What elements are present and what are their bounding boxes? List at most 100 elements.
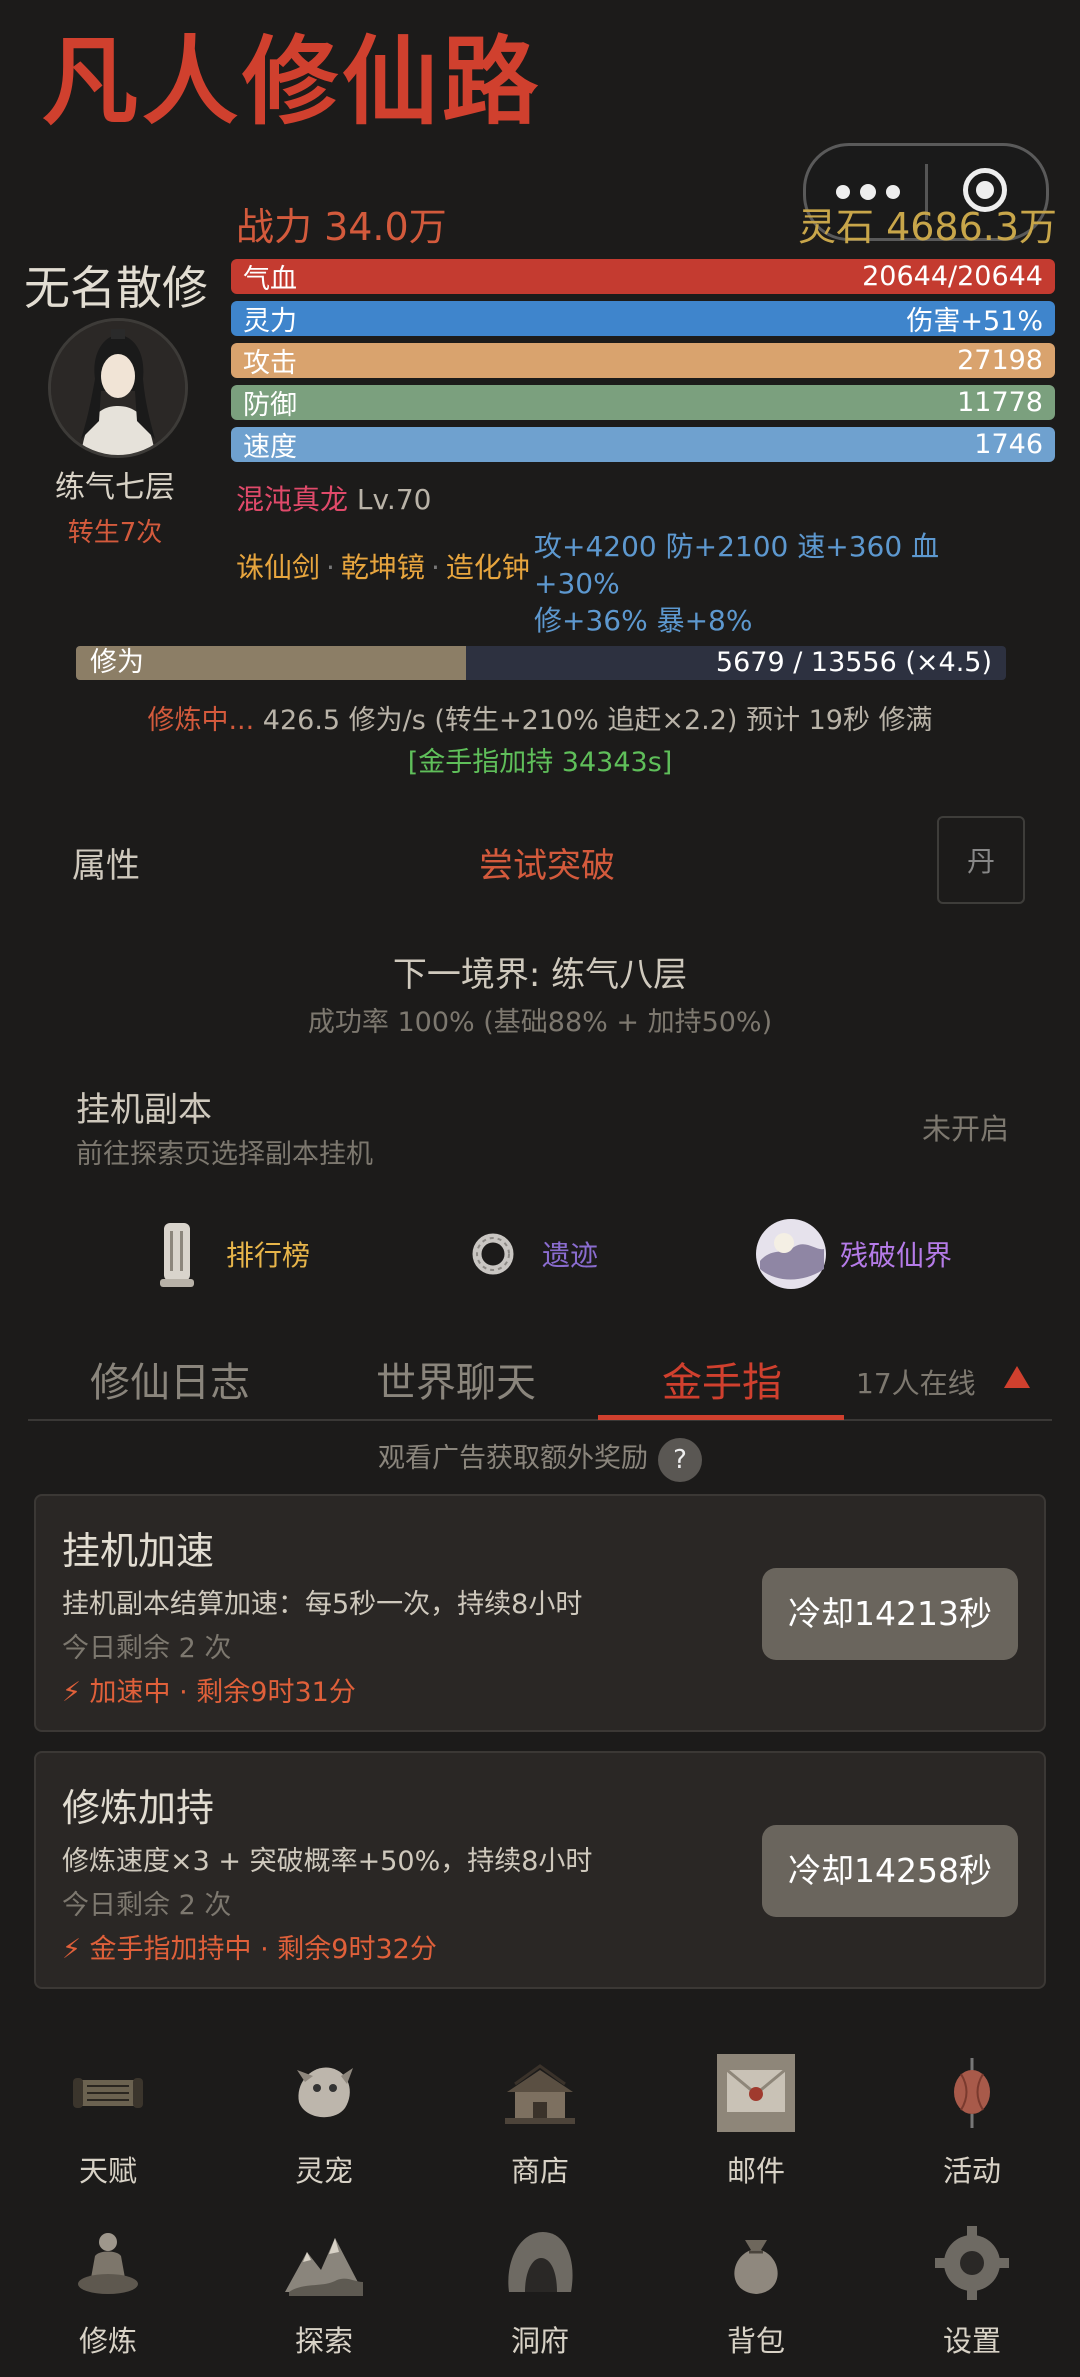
- nav-explore[interactable]: 探索: [216, 2222, 432, 2360]
- ring-icon: [472, 1233, 514, 1275]
- active-tab-indicator: [598, 1415, 844, 1420]
- pet-icon: [297, 2067, 353, 2118]
- online-count: 17人在线: [856, 1367, 976, 1400]
- quick-link-ruins[interactable]: 遗迹: [456, 1214, 598, 1294]
- nav-label: 洞府: [510, 2324, 569, 2358]
- cultivation-rate: 426.5 修为/s (转生+210% 追赶×2.2) 预计 19秒 修满: [254, 705, 933, 736]
- cave-icon: [508, 2232, 573, 2292]
- nav-settings[interactable]: 设置: [864, 2222, 1080, 2360]
- gear-icon: [935, 2226, 1009, 2300]
- stat-value: 伤害+51%: [906, 306, 1043, 337]
- stat-value: 20644/20644: [862, 261, 1043, 292]
- combat-power: 战力 34.0万: [236, 205, 447, 249]
- afk-dungeon-title[interactable]: 挂机副本: [76, 1082, 212, 1131]
- afk-dungeon-subtitle: 前往探索页选择副本挂机: [76, 1139, 373, 1170]
- next-realm-title: 下一境界: 练气八层: [392, 955, 688, 995]
- pet-name: 混沌真龙: [236, 483, 349, 516]
- pill-button[interactable]: 丹: [937, 816, 1025, 904]
- nav-shop[interactable]: 商店: [432, 2052, 648, 2190]
- nav-label: 设置: [942, 2324, 1001, 2358]
- nav-label: 天赋: [78, 2154, 137, 2188]
- stat-value: 27198: [957, 345, 1043, 376]
- cultivation-state: 修炼中...: [147, 705, 255, 736]
- stat-label: 防御: [243, 390, 297, 421]
- pet-info[interactable]: 混沌真龙 Lv.70: [236, 478, 431, 518]
- app-title: 凡人修仙路: [42, 26, 542, 138]
- stat-value: 1746: [974, 429, 1043, 460]
- ad-reward-text: 观看广告获取额外奖励: [378, 1443, 648, 1474]
- card-status: ⚡ 金手指加持中 · 剩余9时32分: [62, 1934, 437, 1965]
- scroll-icon: [73, 2078, 143, 2108]
- lantern-icon: [954, 2058, 990, 2128]
- nav-label: 探索: [294, 2324, 353, 2358]
- equip-item: 造化钟: [445, 551, 530, 584]
- quick-link-broken-realm[interactable]: 残破仙界: [754, 1214, 952, 1294]
- player-name: 无名散修: [24, 261, 208, 315]
- avatar-portrait-icon: [51, 321, 185, 455]
- equipment-bonus: 攻+4200 防+2100 速+360 血+30% 修+36% 暴+8%: [534, 528, 994, 639]
- card-title: 挂机加速: [62, 1529, 215, 1573]
- card-title: 修炼加持: [62, 1786, 215, 1830]
- nav-label: 活动: [942, 2154, 1001, 2188]
- card-status: ⚡ 加速中 · 剩余9时31分: [62, 1677, 356, 1708]
- card-description: 挂机副本结算加速：每5秒一次，持续8小时: [62, 1589, 583, 1620]
- equip-bonus-line: 修+36% 暴+8%: [534, 604, 753, 637]
- breakthrough-rate: 成功率 100% (基础88% + 加持50%): [307, 1007, 773, 1038]
- equipment-list[interactable]: 诛仙剑 · 乾坤镜 · 造化钟: [236, 546, 530, 586]
- card-remaining: 今日剩余 2 次: [62, 1890, 232, 1921]
- meditation-icon: [78, 2233, 138, 2294]
- stat-label: 气血: [243, 264, 297, 295]
- stat-label: 灵力: [243, 306, 297, 337]
- nav-label: 背包: [726, 2324, 785, 2358]
- shop-icon: [505, 2064, 575, 2124]
- nav-cave[interactable]: 洞府: [432, 2222, 648, 2360]
- nav-events[interactable]: 活动: [864, 2052, 1080, 2190]
- nav-label: 修炼: [78, 2324, 137, 2358]
- breakthrough-label: 尝试突破: [479, 846, 615, 886]
- stat-bar-speed: 速度 1746: [231, 427, 1055, 463]
- cultivation-boost-card: 修炼加持 修炼速度×3 + 突破概率+50%，持续8小时 今日剩余 2 次 ⚡ …: [34, 1751, 1046, 1989]
- realm-orb-icon: [756, 1219, 826, 1289]
- nav-label: 商店: [510, 2154, 569, 2188]
- bag-icon: [734, 2240, 778, 2294]
- afk-dungeon-status: 未开启: [922, 1112, 1010, 1146]
- pillar-icon: [160, 1223, 194, 1287]
- tab-world-chat[interactable]: 世界聊天: [376, 1350, 536, 1408]
- stat-bar-mp: 灵力 伤害+51%: [231, 301, 1055, 337]
- tab-cultivation-log[interactable]: 修仙日志: [90, 1350, 250, 1408]
- cultivation-progress-bar: 修为 5679 / 13556 (×4.5): [76, 646, 1006, 680]
- equip-bonus-line: 攻+4200 防+2100 速+360 血+30%: [534, 530, 940, 600]
- nav-pet[interactable]: 灵宠: [216, 2052, 432, 2190]
- goldfinger-boost: [金手指加持 34343s]: [407, 747, 673, 778]
- tab-goldfinger[interactable]: 金手指: [662, 1350, 782, 1408]
- nav-label: 灵宠: [294, 2154, 353, 2188]
- collapse-triangle-icon[interactable]: [1002, 1364, 1032, 1390]
- nav-talent[interactable]: 天赋: [0, 2052, 216, 2190]
- quick-link-ranking[interactable]: 排行榜: [140, 1214, 310, 1294]
- breakthrough-button[interactable]: 尝试突破: [0, 838, 1080, 887]
- cooldown-button[interactable]: 冷却14258秒: [762, 1825, 1018, 1917]
- tab-bar: 修仙日志 世界聊天 金手指 17人在线: [28, 1330, 1052, 1420]
- ad-reward-hint: 观看广告获取额外奖励?: [0, 1436, 1080, 1482]
- stat-bar-defense: 防御 11778: [231, 385, 1055, 421]
- nav-mail[interactable]: 邮件: [648, 2052, 864, 2190]
- nav-label: 邮件: [726, 2154, 785, 2188]
- cultivation-status: 修炼中... 426.5 修为/s (转生+210% 追赶×2.2) 预计 19…: [0, 698, 1080, 737]
- tab-divider: [28, 1419, 1052, 1421]
- nav-cultivate[interactable]: 修炼: [0, 2222, 216, 2360]
- cooldown-button[interactable]: 冷却14213秒: [762, 1568, 1018, 1660]
- stat-bar-attack: 攻击 27198: [231, 343, 1055, 379]
- stat-label: 攻击: [243, 348, 297, 379]
- quick-link-label: 残破仙界: [840, 1239, 953, 1272]
- quick-link-label: 排行榜: [226, 1239, 311, 1272]
- quick-link-label: 遗迹: [542, 1239, 599, 1272]
- equip-item: 乾坤镜: [340, 551, 425, 584]
- stat-bar-hp: 气血 20644/20644: [231, 259, 1055, 295]
- card-remaining: 今日剩余 2 次: [62, 1633, 232, 1664]
- help-icon[interactable]: ?: [658, 1437, 702, 1482]
- cultivation-bar-label: 修为: [90, 647, 144, 678]
- equip-item: 诛仙剑: [236, 551, 321, 584]
- mountain-icon: [285, 2238, 363, 2296]
- nav-bag[interactable]: 背包: [648, 2222, 864, 2360]
- avatar[interactable]: [48, 318, 188, 458]
